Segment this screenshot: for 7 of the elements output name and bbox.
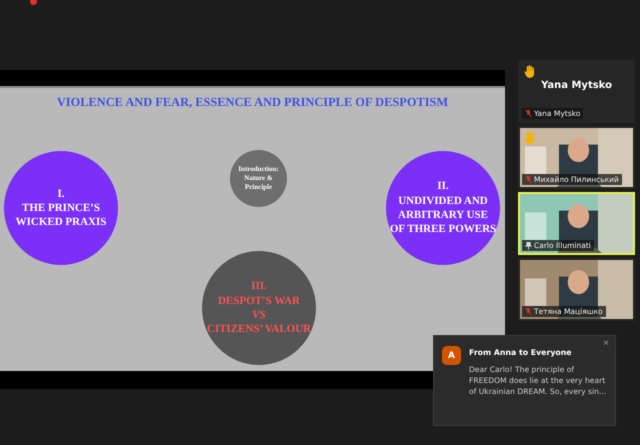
slide-title: VIOLENCE AND FEAR, ESSENCE AND PRINCIPLE OF DESPOTISM (56, 94, 450, 110)
close-button[interactable]: × (601, 338, 611, 349)
slide-circle: II. UNDIVIDED AND ARBITRARY USE OF THREE POWERS (386, 151, 500, 265)
slide-circle: I. THE PRINCE’S WICKED PRAXIS (4, 151, 118, 265)
sender-avatar: A (442, 346, 461, 365)
slide-circle: III. DESPOT’S WAR VS CITIZENS’ VALOUR (202, 251, 316, 365)
participant-name-large: Yana Mytsko (540, 80, 613, 91)
